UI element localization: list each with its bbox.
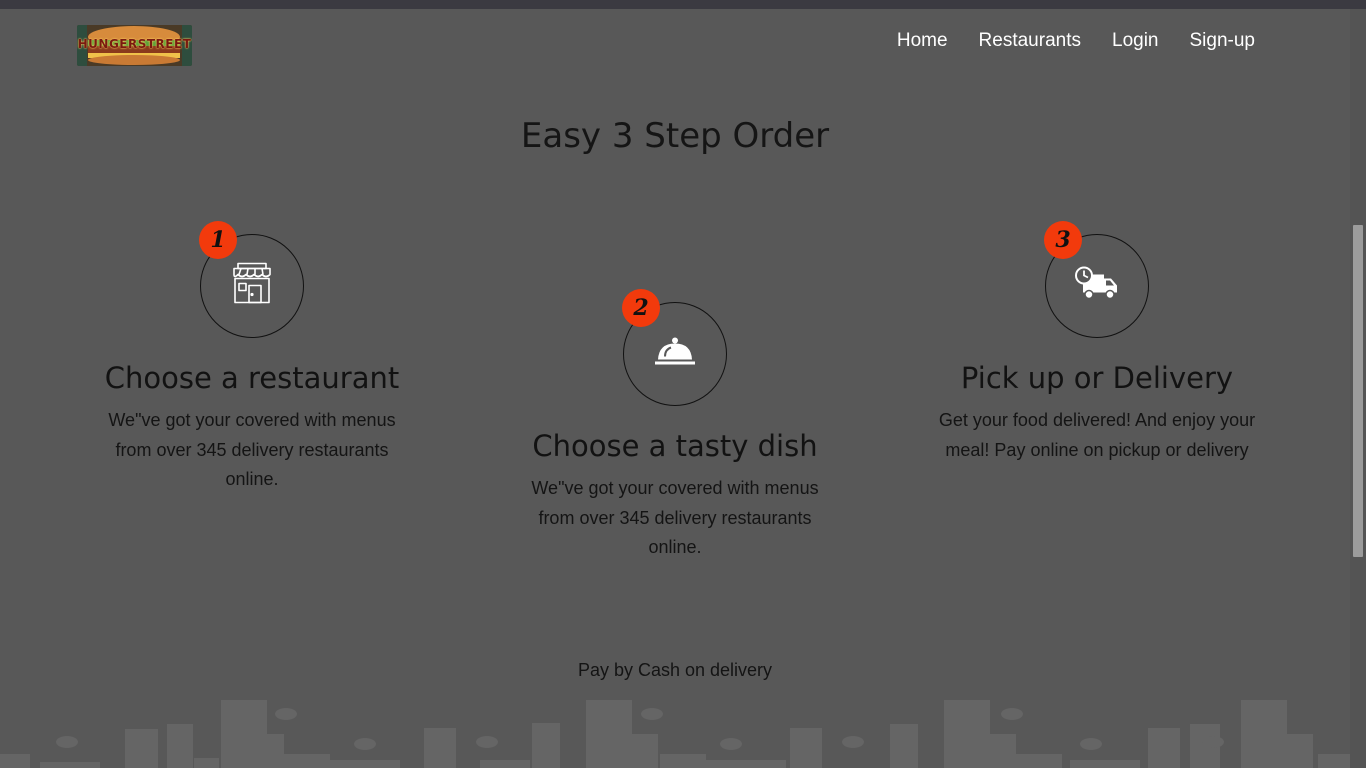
nav-restaurants-link[interactable]: Restaurants: [979, 30, 1081, 52]
step-2-icon-circle: 2: [622, 289, 727, 406]
step-2-title: Choose a tasty dish: [532, 429, 818, 463]
step-3-icon-circle: 3: [1044, 221, 1149, 338]
nav-signup-link[interactable]: Sign-up: [1190, 30, 1256, 52]
step-1-description: We"ve got your covered with menus from o…: [108, 410, 396, 489]
pay-by-cash-note: Pay by Cash on delivery: [577, 660, 773, 680]
storefront-icon: [231, 262, 273, 311]
step-3-title: Pick up or Delivery: [960, 361, 1234, 395]
page-title: Easy 3 Step Order: [520, 116, 830, 156]
step-3-number-badge: 3: [1044, 221, 1082, 259]
step-1-icon-circle: 1: [199, 221, 304, 338]
step-1-title: Choose a restaurant: [104, 361, 400, 395]
step-2-number-badge: 2: [622, 289, 660, 327]
browser-top-strip: [0, 0, 1366, 9]
main-nav: Home Restaurants Login Sign-up: [897, 30, 1255, 52]
step-card-3: 3 Pick up or Delivery Get your food deli…: [927, 221, 1267, 465]
step-3-description: Get your food delivered! And enjoy your …: [938, 410, 1256, 460]
step-card-2: 2 Choose a tasty dish We"ve got your cov…: [505, 289, 845, 563]
scrollbar-thumb[interactable]: [1353, 225, 1363, 557]
vertical-scrollbar[interactable]: [1350, 9, 1366, 768]
hungerstreet-logo[interactable]: HUNGERSTREET: [77, 25, 192, 66]
logo-text: HUNGERSTREET: [77, 37, 192, 51]
page-viewport: HUNGERSTREET Home Restaurants Login Sign…: [0, 9, 1350, 768]
city-skyline-illustration: [0, 700, 1350, 768]
step-2-description: We"ve got your covered with menus from o…: [531, 478, 819, 557]
nav-login-link[interactable]: Login: [1112, 30, 1159, 52]
delivery-truck-clock-icon: [1075, 266, 1119, 306]
step-1-number-badge: 1: [199, 221, 237, 259]
nav-home-link[interactable]: Home: [897, 30, 948, 52]
step-card-1: 1 Choose a restaurant We"ve got your cov…: [82, 221, 422, 495]
food-cloche-icon: [653, 336, 697, 373]
